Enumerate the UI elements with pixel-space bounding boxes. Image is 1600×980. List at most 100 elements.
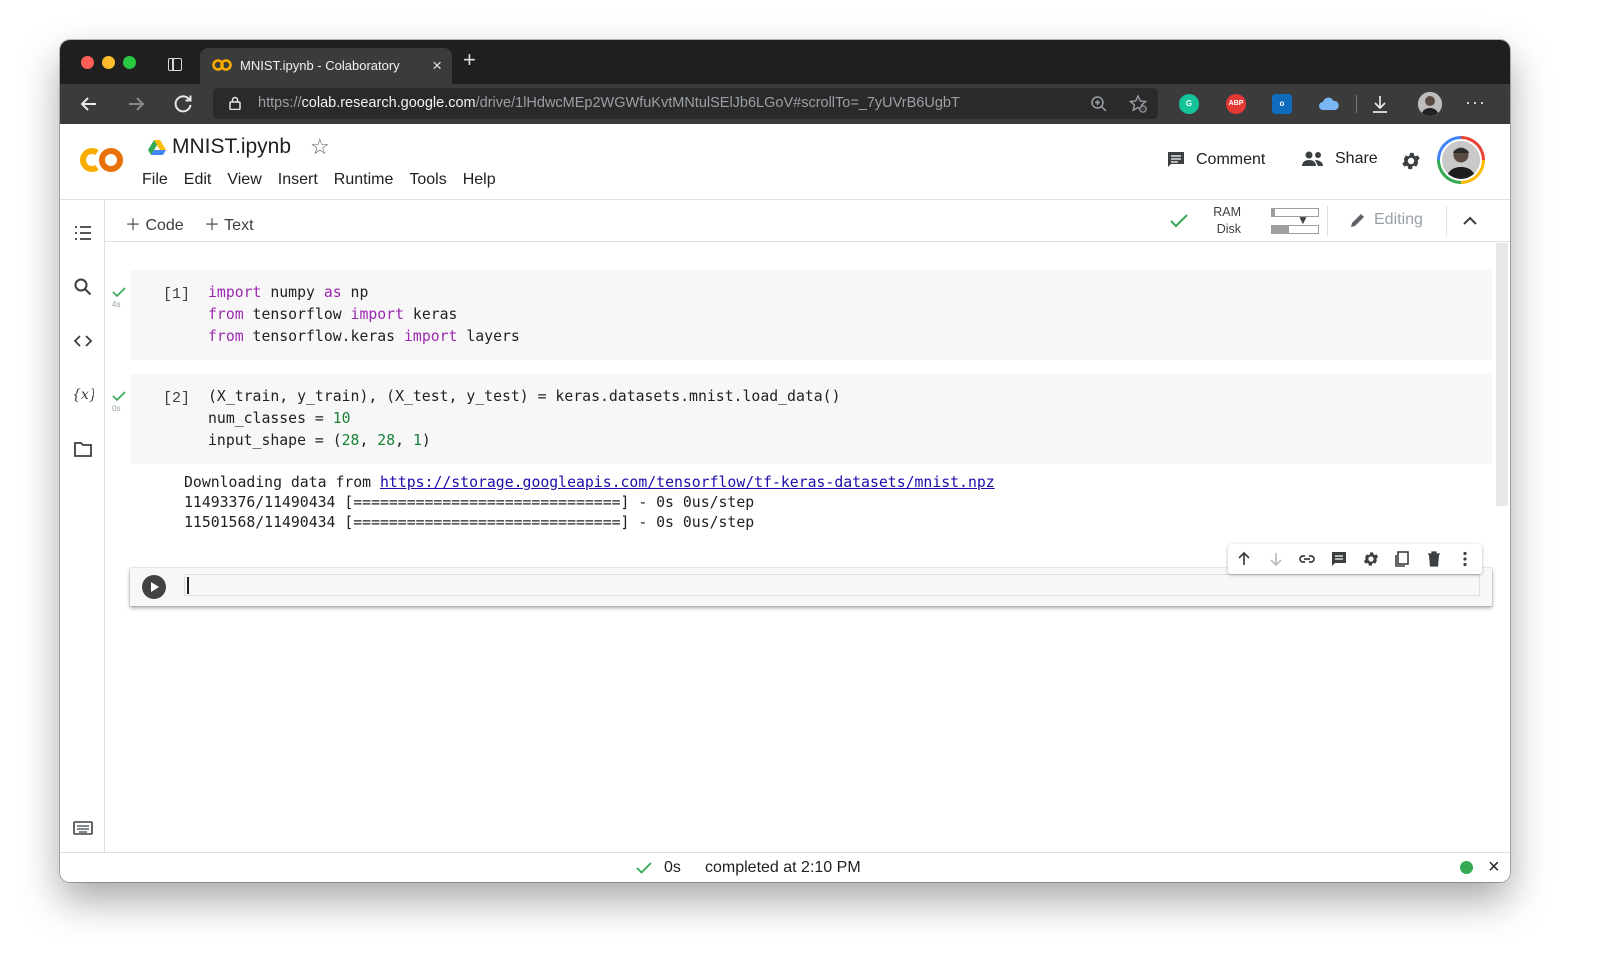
new-tab-icon[interactable]: + <box>463 49 476 71</box>
add-comment-icon[interactable] <box>1330 550 1348 568</box>
comment-icon <box>1168 152 1184 167</box>
menu-file[interactable]: File <box>142 171 168 189</box>
grammarly-icon[interactable]: G <box>1179 94 1199 114</box>
minimize-window-button[interactable] <box>102 56 115 69</box>
add-code-label: Code <box>145 217 184 234</box>
cell-2-success-check-icon <box>112 391 126 402</box>
forward-arrow-icon[interactable] <box>124 92 148 116</box>
outlook-icon[interactable]: o <box>1272 94 1292 114</box>
output-line-2: 11493376/11490434 [=====================… <box>184 494 755 512</box>
download-icon[interactable] <box>1370 94 1390 114</box>
cell-2-exec-count: [2] <box>163 390 191 407</box>
tab-close-icon[interactable]: × <box>432 56 442 76</box>
menu-view[interactable]: View <box>227 171 261 189</box>
close-window-button[interactable] <box>81 56 94 69</box>
number-literal: 28 <box>377 432 396 450</box>
code-snippets-icon[interactable] <box>72 330 94 352</box>
download-link[interactable]: https://storage.googleapis.com/tensorflo… <box>380 474 995 491</box>
more-menu-icon[interactable]: ··· <box>1465 92 1486 113</box>
back-arrow-icon[interactable] <box>77 92 101 116</box>
adblock-plus-icon[interactable]: ABP <box>1226 94 1246 114</box>
people-icon <box>1302 151 1323 166</box>
menu-edit[interactable]: Edit <box>184 171 212 189</box>
toolbar-divider <box>1356 95 1357 113</box>
tab-bar: MNIST.ipynb - Colaboratory × + <box>60 40 1510 84</box>
link-icon[interactable] <box>1298 550 1316 568</box>
scrollbar[interactable] <box>1496 243 1508 506</box>
delete-cell-icon[interactable] <box>1425 550 1443 568</box>
menu-runtime[interactable]: Runtime <box>334 171 394 189</box>
status-close-icon[interactable]: × <box>1488 856 1500 879</box>
keyword: from <box>208 306 244 324</box>
share-button[interactable]: Share <box>1301 150 1378 168</box>
search-icon[interactable] <box>72 276 94 298</box>
chevron-up-icon[interactable] <box>1461 212 1479 230</box>
url-host: colab.research.google.com <box>301 95 476 111</box>
maximize-window-button[interactable] <box>123 56 136 69</box>
disk-usage-fill <box>1272 226 1290 233</box>
ram-usage-bar <box>1271 208 1319 217</box>
svg-text:{x}: {x} <box>72 387 94 403</box>
number-literal: 28 <box>341 432 360 450</box>
star-icon[interactable]: ☆ <box>310 134 330 160</box>
profile-photo-icon <box>1418 92 1442 116</box>
keyword: as <box>323 284 342 301</box>
menu-insert[interactable]: Insert <box>278 171 318 189</box>
menu-tools[interactable]: Tools <box>409 171 446 189</box>
cell-2-code[interactable]: (X_train, y_train), (X_test, y_test) = k… <box>208 386 841 453</box>
user-avatar[interactable] <box>1437 136 1485 184</box>
add-code-button[interactable]: ＋ Code <box>125 211 184 235</box>
add-text-label: Text <box>224 217 254 234</box>
colab-header: MNIST.ipynb ☆ File Edit View Insert Runt… <box>60 124 1510 200</box>
tab-title: MNIST.ipynb - Colaboratory <box>240 58 400 73</box>
files-folder-icon[interactable] <box>72 438 94 460</box>
left-rail: {x} <box>60 200 105 852</box>
code-cell-1[interactable]: [1] import numpy as np from tensorflow i… <box>130 270 1492 360</box>
address-field[interactable]: https://colab.research.google.com/drive/… <box>213 88 1158 119</box>
sidebar-toggle-icon[interactable] <box>168 58 182 71</box>
reload-icon[interactable] <box>171 92 195 116</box>
user-photo-icon <box>1442 141 1480 179</box>
number-literal: 10 <box>332 410 351 428</box>
text-cursor <box>187 577 189 594</box>
terminal-keyboard-icon[interactable] <box>72 817 94 839</box>
cell-input[interactable] <box>184 574 1480 596</box>
url-scheme: https:// <box>258 95 302 111</box>
zoom-icon[interactable] <box>1090 95 1108 113</box>
notebook-title[interactable]: MNIST.ipynb <box>172 135 291 159</box>
move-up-icon[interactable] <box>1235 550 1253 568</box>
disk-usage-bar <box>1271 225 1319 234</box>
cell-1-exec-count: [1] <box>163 286 191 303</box>
favorites-star-icon[interactable] <box>1128 94 1148 114</box>
code-cell-2[interactable]: [2] (X_train, y_train), (X_test, y_test)… <box>130 374 1492 464</box>
variables-icon[interactable]: {x} <box>72 383 94 405</box>
output-line-3: 11501568/11490434 [=====================… <box>184 514 755 532</box>
keyword: from <box>208 328 244 346</box>
colab-logo-icon[interactable] <box>77 144 127 176</box>
resource-monitor[interactable]: RAM Disk <box>1195 205 1319 239</box>
toolbar-divider <box>1446 206 1447 236</box>
move-down-icon[interactable] <box>1267 550 1285 568</box>
runtime-status-dot <box>1460 861 1473 874</box>
browser-profile-avatar[interactable] <box>1418 92 1442 116</box>
cell-1-code[interactable]: import numpy as np from tensorflow impor… <box>208 282 520 349</box>
run-cell-button[interactable] <box>142 575 166 599</box>
more-options-icon[interactable] <box>1456 550 1474 568</box>
url-text: https://colab.research.google.com/drive/… <box>258 95 960 111</box>
notebook-toolbar: ＋ Code ＋ Text RAM Disk ▼ Editing <box>105 200 1510 242</box>
cell-settings-gear-icon[interactable] <box>1362 550 1380 568</box>
notebook-area: 4s [1] import numpy as np from tensorflo… <box>106 243 1510 852</box>
mirror-cell-icon[interactable] <box>1393 550 1411 568</box>
table-of-contents-icon[interactable] <box>72 222 94 244</box>
menu-help[interactable]: Help <box>463 171 496 189</box>
onedrive-icon[interactable] <box>1318 96 1340 112</box>
settings-gear-icon[interactable] <box>1400 150 1422 172</box>
number-literal: 1 <box>412 432 422 450</box>
connected-check-icon <box>1170 214 1188 228</box>
browser-tab[interactable]: MNIST.ipynb - Colaboratory × <box>200 48 452 84</box>
editing-mode-button[interactable]: Editing <box>1348 210 1423 230</box>
add-text-button[interactable]: ＋ Text <box>204 211 254 235</box>
comment-button[interactable]: Comment <box>1166 150 1265 170</box>
runtime-dropdown-icon[interactable]: ▼ <box>1297 213 1309 227</box>
disk-label: Disk <box>1216 222 1241 236</box>
